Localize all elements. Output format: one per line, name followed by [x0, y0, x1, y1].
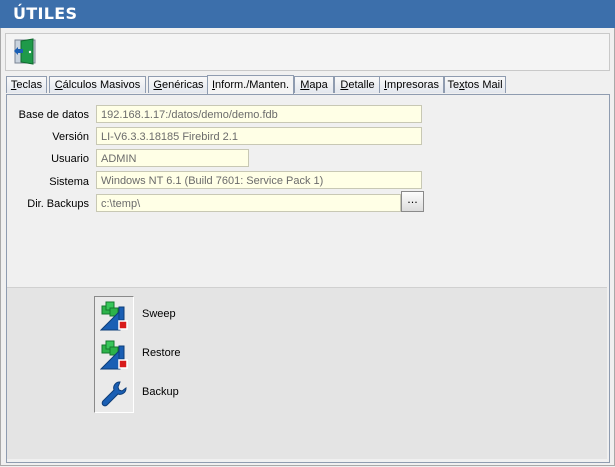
tab-inform-manten[interactable]: Inform./Manten.: [207, 75, 294, 94]
tab-mapa[interactable]: Mapa: [294, 76, 334, 93]
restore-label[interactable]: Restore: [142, 347, 181, 359]
sistema-label: Sistema: [49, 176, 89, 188]
sweep-button[interactable]: [99, 301, 128, 331]
tab-accelerator-letter: x: [459, 79, 465, 91]
tab-teclas[interactable]: Teclas: [6, 76, 47, 93]
sistema-field[interactable]: Windows NT 6.1 (Build 7601: Service Pack…: [96, 171, 422, 189]
tab-accelerator-letter: G: [153, 79, 162, 91]
tab-accelerator-letter: D: [340, 79, 349, 91]
usuario-field[interactable]: ADMIN: [96, 149, 249, 167]
base-de-datos-label: Base de datos: [18, 109, 89, 121]
tab-label: Inform./Manten.: [211, 79, 290, 91]
backup-button[interactable]: [100, 379, 128, 409]
dir-backups-field[interactable]: c:\temp\: [96, 194, 401, 212]
backup-label[interactable]: Backup: [142, 386, 179, 398]
dir-backups-label: Dir. Backups: [27, 198, 89, 210]
tab-label: Impresoras: [383, 79, 440, 91]
tab-label: Teclas: [10, 79, 43, 91]
window-title: ÚTILES: [13, 4, 78, 23]
tab-label: Textos Mail: [447, 79, 503, 91]
tab-label: Cálculos Masivos: [54, 79, 141, 91]
version-label: Versión: [52, 131, 89, 143]
toolbar: [5, 33, 610, 71]
tab-accelerator-letter: C: [54, 79, 63, 91]
database-restore-icon: [99, 340, 128, 370]
tab-textos-mail[interactable]: Textos Mail: [444, 76, 506, 93]
wrench-icon: [101, 381, 127, 407]
tab-accelerator-letter: M: [300, 79, 310, 91]
tab-accelerator-letter: I: [383, 79, 388, 91]
exit-button[interactable]: [12, 37, 40, 65]
tab-label: Detalle: [340, 79, 375, 91]
restore-button[interactable]: [99, 340, 128, 370]
tab-genericas[interactable]: Genéricas: [148, 76, 209, 93]
tab-accelerator-letter: T: [10, 79, 17, 91]
tab-label: Mapa: [300, 79, 328, 91]
version-field[interactable]: LI-V6.3.3.18185 Firebird 2.1: [96, 127, 422, 145]
usuario-label: Usuario: [51, 153, 89, 165]
tab-label: Genéricas: [153, 79, 204, 91]
base-de-datos-field[interactable]: 192.168.1.17:/datos/demo/demo.fdb: [96, 105, 422, 123]
tab-calculos-masivos[interactable]: Cálculos Masivos: [49, 76, 146, 93]
browse-button[interactable]: ...: [401, 191, 424, 212]
exit-door-icon: [14, 38, 36, 65]
tab-accelerator-letter: I: [211, 79, 216, 91]
sweep-label[interactable]: Sweep: [142, 308, 176, 320]
tab-impresoras[interactable]: Impresoras: [379, 76, 444, 93]
tab-detalle[interactable]: Detalle: [334, 76, 381, 93]
title-bar: ÚTILES: [0, 0, 615, 28]
database-sweep-icon: [99, 301, 128, 331]
